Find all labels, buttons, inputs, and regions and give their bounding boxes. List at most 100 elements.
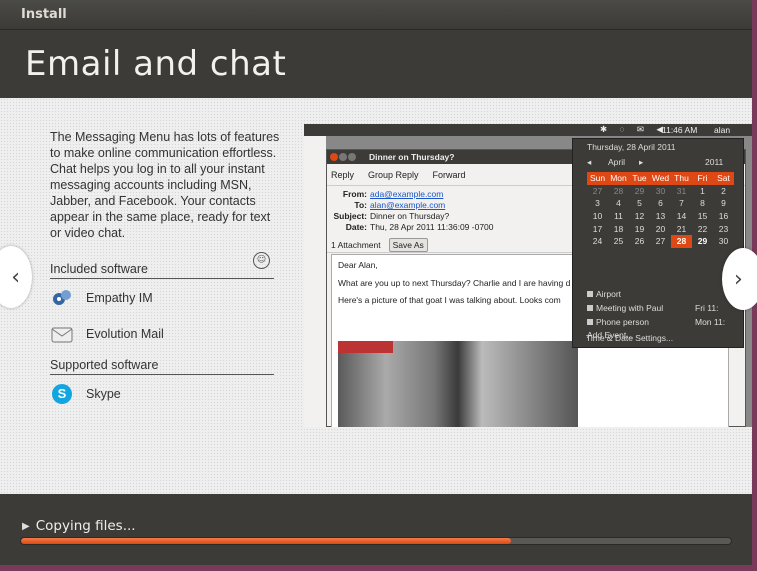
weekday: Wed	[650, 172, 671, 185]
smiley-icon: ☺	[253, 252, 270, 269]
progress-status-text: Copying files...	[35, 518, 136, 534]
calendar-day: 24	[592, 236, 603, 247]
to-value: alan@example.com	[370, 200, 446, 210]
reply-button: Reply	[331, 169, 355, 180]
weekday: Sat	[713, 172, 734, 185]
calendar-day: 8	[700, 198, 705, 209]
calendar-day: 25	[613, 236, 624, 247]
calendar-day: 19	[634, 223, 645, 234]
calendar-event: Phone person	[587, 317, 649, 327]
from-value: ada@example.com	[370, 189, 444, 199]
date-label: Date:	[345, 222, 367, 232]
calendar-day: 29	[697, 236, 708, 247]
window-controls	[330, 153, 357, 163]
calendar-week: 17 18 19 20 21 22 23	[587, 222, 734, 235]
calendar-day: 15	[697, 211, 708, 222]
calendar-day: 2	[721, 185, 726, 196]
calendar-day: 27	[655, 236, 666, 247]
previous-slide-button[interactable]: ‹	[0, 246, 32, 308]
slide-title: Email and chat	[25, 44, 287, 84]
weekday: Mon	[608, 172, 629, 185]
evolution-mail-icon	[50, 322, 74, 346]
event-time: Fri 11:	[695, 303, 719, 313]
weekday: Sun	[587, 172, 608, 185]
calendar-day: 29	[634, 185, 645, 196]
app-label: Empathy IM	[86, 291, 153, 305]
calendar-day: 27	[592, 185, 603, 196]
from-label: From:	[342, 189, 367, 199]
title-bar: Install	[0, 0, 752, 30]
time-date-settings-item: Time & Date Settings...	[586, 333, 674, 343]
supported-software-heading: Supported software	[50, 358, 274, 375]
window-title: Install	[21, 7, 67, 22]
calendar-day: 6	[658, 198, 663, 209]
app-item-skype: S Skype	[50, 382, 121, 406]
minimize-icon	[339, 153, 347, 161]
goat-photo	[338, 341, 578, 427]
included-software-heading: Included software	[50, 262, 274, 279]
calendar-day: 31	[676, 185, 687, 196]
calendar-day: 30	[655, 185, 666, 196]
calendar-day: 16	[718, 211, 729, 222]
next-month-icon: ▸	[639, 157, 644, 167]
subject-value: Dinner on Thursday?	[370, 211, 450, 221]
background-window	[304, 136, 326, 427]
slide-header: Email and chat	[0, 30, 752, 98]
event-time: Mon 11:	[695, 317, 726, 327]
expand-details-icon[interactable]: ▶	[22, 521, 30, 532]
close-icon	[330, 153, 338, 161]
installer-window: Install Email and chat The Messaging Men…	[0, 0, 757, 565]
group-reply-button: Group Reply	[368, 169, 419, 180]
calendar-year: 2011	[705, 157, 724, 167]
calendar-day: 7	[679, 198, 684, 209]
svg-text:S: S	[58, 386, 67, 401]
top-panel: ✱ ◌ ✉ ◀ 11:46 AM alan	[304, 124, 752, 136]
panel-clock: 11:46 AM	[662, 125, 698, 135]
calendar-day: 12	[634, 211, 645, 222]
calendar-month: April	[608, 157, 626, 167]
calendar-grid: Sun Mon Tue Wed Thu Fri Sat 27 28 29 30 …	[587, 172, 734, 248]
calendar-day: 9	[721, 198, 726, 209]
calendar-day: 18	[613, 223, 624, 234]
calendar-day-today: 28	[671, 234, 692, 248]
subject-label: Subject:	[333, 211, 367, 221]
forward-button: Forward	[432, 169, 466, 180]
calendar-day: 22	[697, 223, 708, 234]
progress-status[interactable]: ▶ Copying files...	[22, 518, 136, 534]
calendar-date-header: Thursday, 28 April 2011	[587, 142, 676, 152]
panel-user: alan	[714, 125, 731, 135]
indicator-icons: ✱ ◌ ✉ ◀	[600, 124, 668, 134]
calendar-week: 10 11 12 13 14 15 16	[587, 210, 734, 223]
calendar-day: 20	[655, 223, 666, 234]
calendar-event: Airport	[587, 289, 621, 299]
calendar-day: 13	[655, 211, 666, 222]
app-label: Skype	[86, 387, 121, 401]
calendar-day: 21	[676, 223, 687, 234]
empathy-icon	[50, 286, 74, 310]
skype-icon: S	[50, 382, 74, 406]
calendar-day: 14	[676, 211, 687, 222]
maximize-icon	[348, 153, 356, 161]
weekday: Fri	[692, 172, 713, 185]
calendar-day: 10	[592, 211, 603, 222]
calendar-day: 4	[616, 198, 621, 209]
calendar-day: 30	[718, 236, 729, 247]
calendar-event: Meeting with Paul	[587, 303, 663, 313]
progress-bar-fill	[21, 538, 511, 544]
next-slide-button[interactable]: ›	[722, 248, 757, 310]
app-item-empathy: Empathy IM	[50, 286, 153, 310]
calendar-day: 23	[718, 223, 729, 234]
calendar-day: 17	[592, 223, 603, 234]
weekday: Tue	[629, 172, 650, 185]
attachment-count: 1 Attachment	[331, 239, 381, 250]
calendar-day: 3	[595, 198, 600, 209]
to-label: To:	[354, 200, 367, 210]
feature-screenshot: ✱ ◌ ✉ ◀ 11:46 AM alan Dinner on Thursday…	[304, 124, 752, 427]
weekday: Thu	[671, 172, 692, 185]
calendar-week: 3 4 5 6 7 8 9	[587, 197, 734, 210]
progress-bar	[20, 537, 732, 545]
app-item-evolution-mail: Evolution Mail	[50, 322, 164, 346]
calendar-day: 28	[613, 185, 624, 196]
calendar-weekday-row: Sun Mon Tue Wed Thu Fri Sat	[587, 172, 734, 185]
calendar-day: 5	[637, 198, 642, 209]
